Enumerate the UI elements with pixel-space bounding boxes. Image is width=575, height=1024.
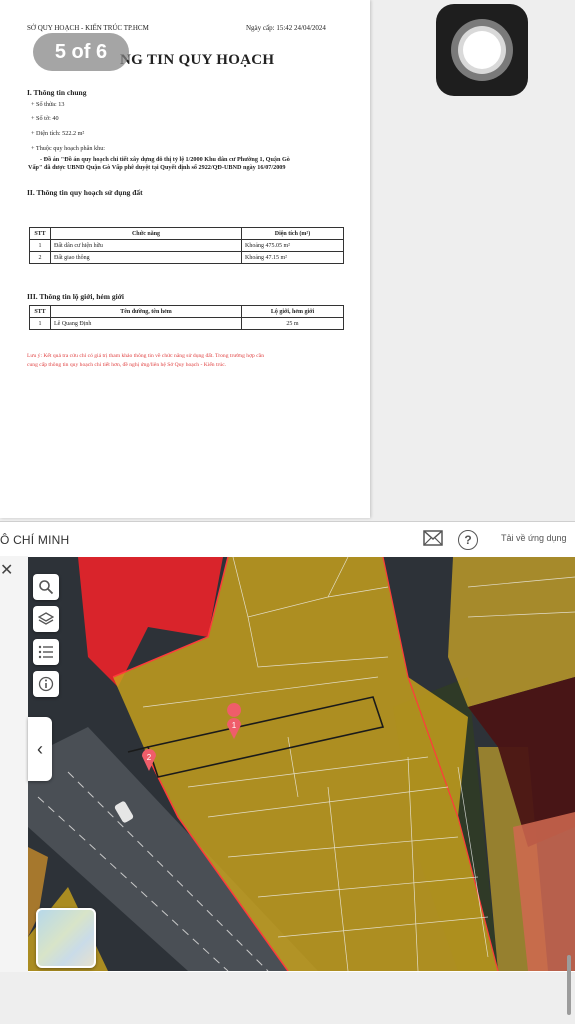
table-cell: Đất giao thông bbox=[50, 251, 242, 264]
document-page: SỞ QUY HOẠCH - KIẾN TRÚC TP.HCM Ngày cấp… bbox=[0, 0, 370, 518]
document-title: NG TIN QUY HOẠCH bbox=[120, 52, 275, 68]
assistive-touch-button[interactable] bbox=[436, 4, 528, 96]
plan-text: Vấp" đã được UBND Quận Gò Vấp phê duyệt … bbox=[28, 164, 286, 171]
issue-date: Ngày cấp: 15:42 24/04/2024 bbox=[246, 24, 326, 32]
marker-label: 1 bbox=[232, 721, 237, 730]
table-row: 2 Đất giao thông Khoảng 47.15 m² bbox=[29, 251, 344, 264]
search-tool-button[interactable] bbox=[33, 574, 59, 600]
list-tool-button[interactable] bbox=[33, 639, 59, 665]
layers-tool-button[interactable] bbox=[33, 606, 59, 632]
table-row: 1 Đất dân cư hiện hữu Khoảng 475.05 m² bbox=[29, 239, 344, 252]
column-header: Lộ giới, hẻm giới bbox=[241, 305, 344, 318]
assistive-touch-core bbox=[463, 31, 501, 69]
column-header: STT bbox=[29, 227, 51, 240]
app-title: Ô CHÍ MINH bbox=[0, 533, 70, 547]
table-cell: Lê Quang Định bbox=[50, 317, 242, 330]
marker-label: 2 bbox=[147, 753, 152, 762]
map-canvas: 1 2 bbox=[28, 557, 575, 971]
table-header-row: STT Chức năng Diện tích (m²) bbox=[29, 227, 344, 240]
section-general-heading: I. Thông tin chung bbox=[27, 88, 87, 97]
map-app: Ô CHÍ MINH ? Tải về ứng dụng ✕ 1 2 ‹ bbox=[0, 521, 575, 972]
list-icon bbox=[38, 645, 53, 659]
table-header-row: STT Tên đường, tên hẻm Lộ giới, hẻm giới bbox=[29, 305, 344, 318]
table-row: 1 Lê Quang Định 25 m bbox=[29, 317, 344, 330]
table-cell: Khoảng 47.15 m² bbox=[241, 251, 344, 264]
agency-header: SỞ QUY HOẠCH - KIẾN TRÚC TP.HCM bbox=[27, 24, 149, 32]
page-indicator: 5 of 6 bbox=[33, 33, 129, 71]
table-cell: 1 bbox=[29, 317, 51, 330]
collapse-panel-button[interactable]: ‹ bbox=[28, 717, 52, 781]
planning-map[interactable]: 1 2 bbox=[28, 557, 575, 971]
section-roadway-heading: III. Thông tin lộ giới, hẻm giới bbox=[27, 292, 124, 301]
layers-icon bbox=[38, 612, 54, 625]
column-header: Chức năng bbox=[50, 227, 242, 240]
section-landuse-heading: II. Thông tin quy hoạch sử dụng đất bbox=[27, 188, 143, 197]
column-header: STT bbox=[29, 305, 51, 318]
info-icon bbox=[38, 676, 54, 692]
mail-icon[interactable] bbox=[423, 530, 443, 548]
roadway-table: STT Tên đường, tên hẻm Lộ giới, hẻm giới… bbox=[29, 305, 344, 330]
info-line: + Số tờ: 40 bbox=[31, 115, 59, 122]
scrollbar[interactable] bbox=[567, 955, 571, 1015]
column-header: Diện tích (m²) bbox=[241, 227, 344, 240]
close-button[interactable]: ✕ bbox=[0, 560, 13, 580]
table-cell: 25 m bbox=[241, 317, 344, 330]
help-button[interactable]: ? bbox=[458, 530, 478, 550]
info-tool-button[interactable] bbox=[33, 671, 59, 697]
download-app-link[interactable]: Tải về ứng dụng bbox=[501, 533, 567, 543]
note-text: cung cấp thông tin quy hoạch chi tiết hơ… bbox=[27, 362, 227, 368]
note-text: Lưu ý: Kết quả tra cứu chỉ có giá trị th… bbox=[27, 353, 265, 359]
plan-text: - Đồ án "Đồ án quy hoạch chi tiết xây dự… bbox=[40, 156, 290, 163]
info-line: + Diện tích: 522.2 m² bbox=[31, 130, 85, 137]
table-cell: Khoảng 475.05 m² bbox=[241, 239, 344, 252]
side-panel-edge bbox=[0, 556, 28, 972]
info-line: + Thuộc quy hoạch phân khu: bbox=[31, 145, 106, 152]
basemap-switcher[interactable] bbox=[36, 908, 96, 968]
column-header: Tên đường, tên hẻm bbox=[50, 305, 242, 318]
landuse-table: STT Chức năng Diện tích (m²) 1 Đất dân c… bbox=[29, 227, 344, 264]
table-cell: 2 bbox=[29, 251, 51, 264]
table-cell: Đất dân cư hiện hữu bbox=[50, 239, 242, 252]
info-line: + Số thửa: 13 bbox=[31, 101, 65, 108]
search-icon bbox=[39, 580, 54, 595]
table-cell: 1 bbox=[29, 239, 51, 252]
